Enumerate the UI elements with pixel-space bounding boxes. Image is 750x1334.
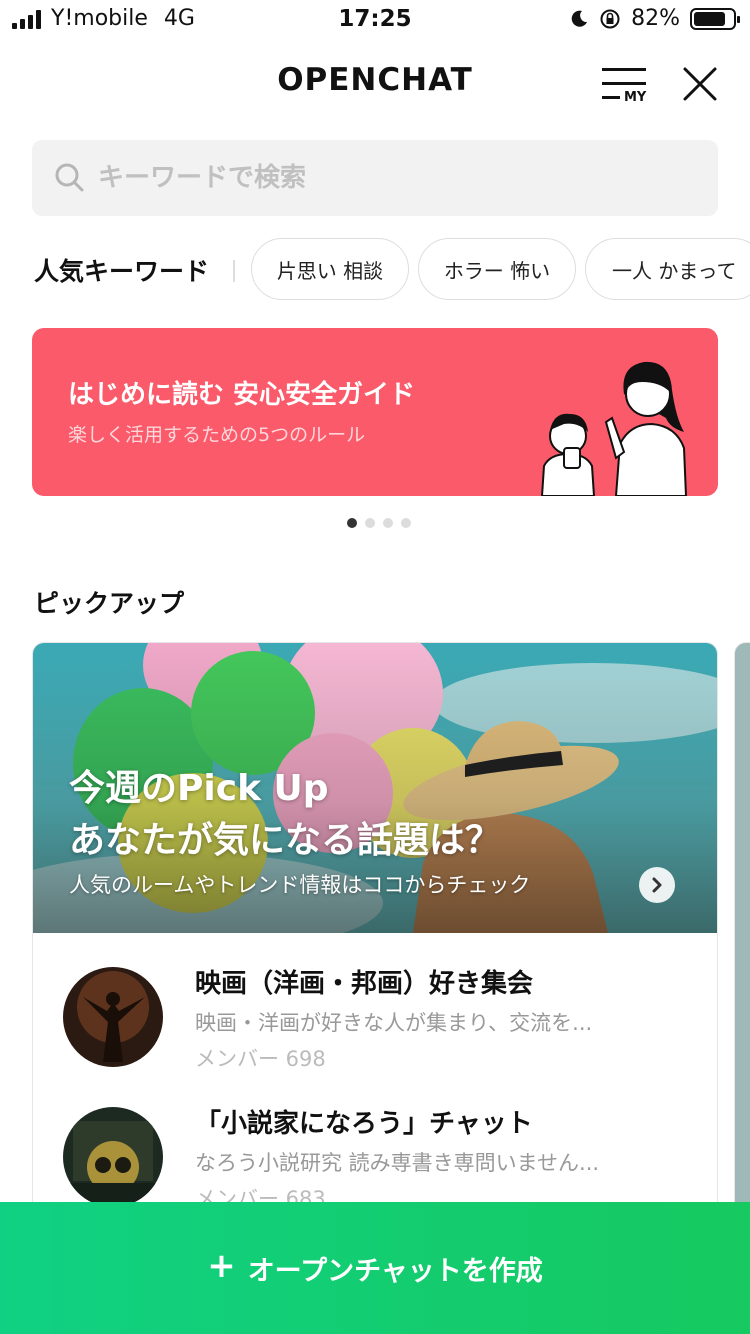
list-item[interactable]: 「小説家になろう」チャット なろう小説研究 読み専書き専問いません... メンバ… [33,1073,717,1211]
safety-guide-banner[interactable]: はじめに読む 安心安全ガイド 楽しく活用するための5つのルール [32,328,718,496]
rotation-lock-icon [600,9,620,28]
hero-title-line: 今週のPick Up [69,768,329,809]
keyword-chip[interactable]: 一人 かまって [585,238,750,300]
header: OPENCHAT MY [0,40,750,130]
hero-title: 今週のPick Up あなたが気になる話題は？ [69,763,501,867]
room-description: なろう小説研究 読み専書き専問いません... [195,1151,600,1175]
plus-icon: + [207,1246,236,1286]
hero-arrow-button[interactable] [639,867,675,903]
search-bar[interactable] [32,140,718,216]
room-name: 映画（洋画・邦画）好き集会 [195,969,534,999]
pagination-dot[interactable] [383,518,393,528]
my-label: MY [624,90,647,105]
room-description: 映画・洋画が好きな人が集まり、交流を... [195,1011,593,1035]
keyword-chip[interactable]: ホラー 怖い [418,238,576,300]
battery-percent: 82% [631,6,680,31]
pagination-dot[interactable] [347,518,357,528]
status-right: 82% [569,6,740,31]
popular-keywords: 人気キーワード 片思い 相談 ホラー 怖い 一人 かまって [0,238,750,302]
pickup-section-title: ピックアップ [34,589,185,618]
guide-illustration [540,361,688,496]
banner-pagination [0,518,750,528]
avatar [63,1107,163,1207]
next-pickup-card[interactable] [734,642,750,1262]
hero-title-line: あなたが気になる話題は？ [69,820,502,861]
search-input[interactable] [98,140,698,216]
list-item[interactable]: 映画（洋画・邦画）好き集会 映画・洋画が好きな人が集まり、交流を... メンバー… [33,933,717,1071]
close-button[interactable] [680,64,724,104]
create-openchat-button[interactable]: + オープンチャットを作成 [0,1202,750,1334]
keyword-chip[interactable]: 片思い 相談 [251,238,409,300]
banner-title: はじめに読む 安心安全ガイド [68,380,416,410]
pagination-dot[interactable] [365,518,375,528]
pagination-dot[interactable] [401,518,411,528]
pickup-card[interactable]: 今週のPick Up あなたが気になる話題は？ 人気のルームやトレンド情報はココ… [32,642,718,1262]
battery-icon [690,7,740,30]
banner-subtitle: 楽しく活用するための5つのルール [68,424,366,446]
moon-icon [571,10,588,27]
keywords-title: 人気キーワード [34,257,210,286]
room-members: メンバー 698 [195,1047,326,1071]
search-icon [55,163,84,192]
my-menu-button[interactable]: MY [598,64,652,108]
pickup-hero[interactable]: 今週のPick Up あなたが気になる話題は？ 人気のルームやトレンド情報はココ… [33,643,717,933]
battery-fill [694,11,726,26]
hero-subtitle: 人気のルームやトレンド情報はココからチェック [69,873,531,897]
create-button-label: オープンチャットを作成 [247,1255,543,1287]
close-icon [683,67,717,101]
avatar [63,967,163,1067]
status-bar: Y!mobile 4G 17:25 82% [0,0,750,40]
keywords-divider [233,260,235,282]
chevron-right-icon [652,877,662,893]
room-name: 「小説家になろう」チャット [195,1109,533,1139]
